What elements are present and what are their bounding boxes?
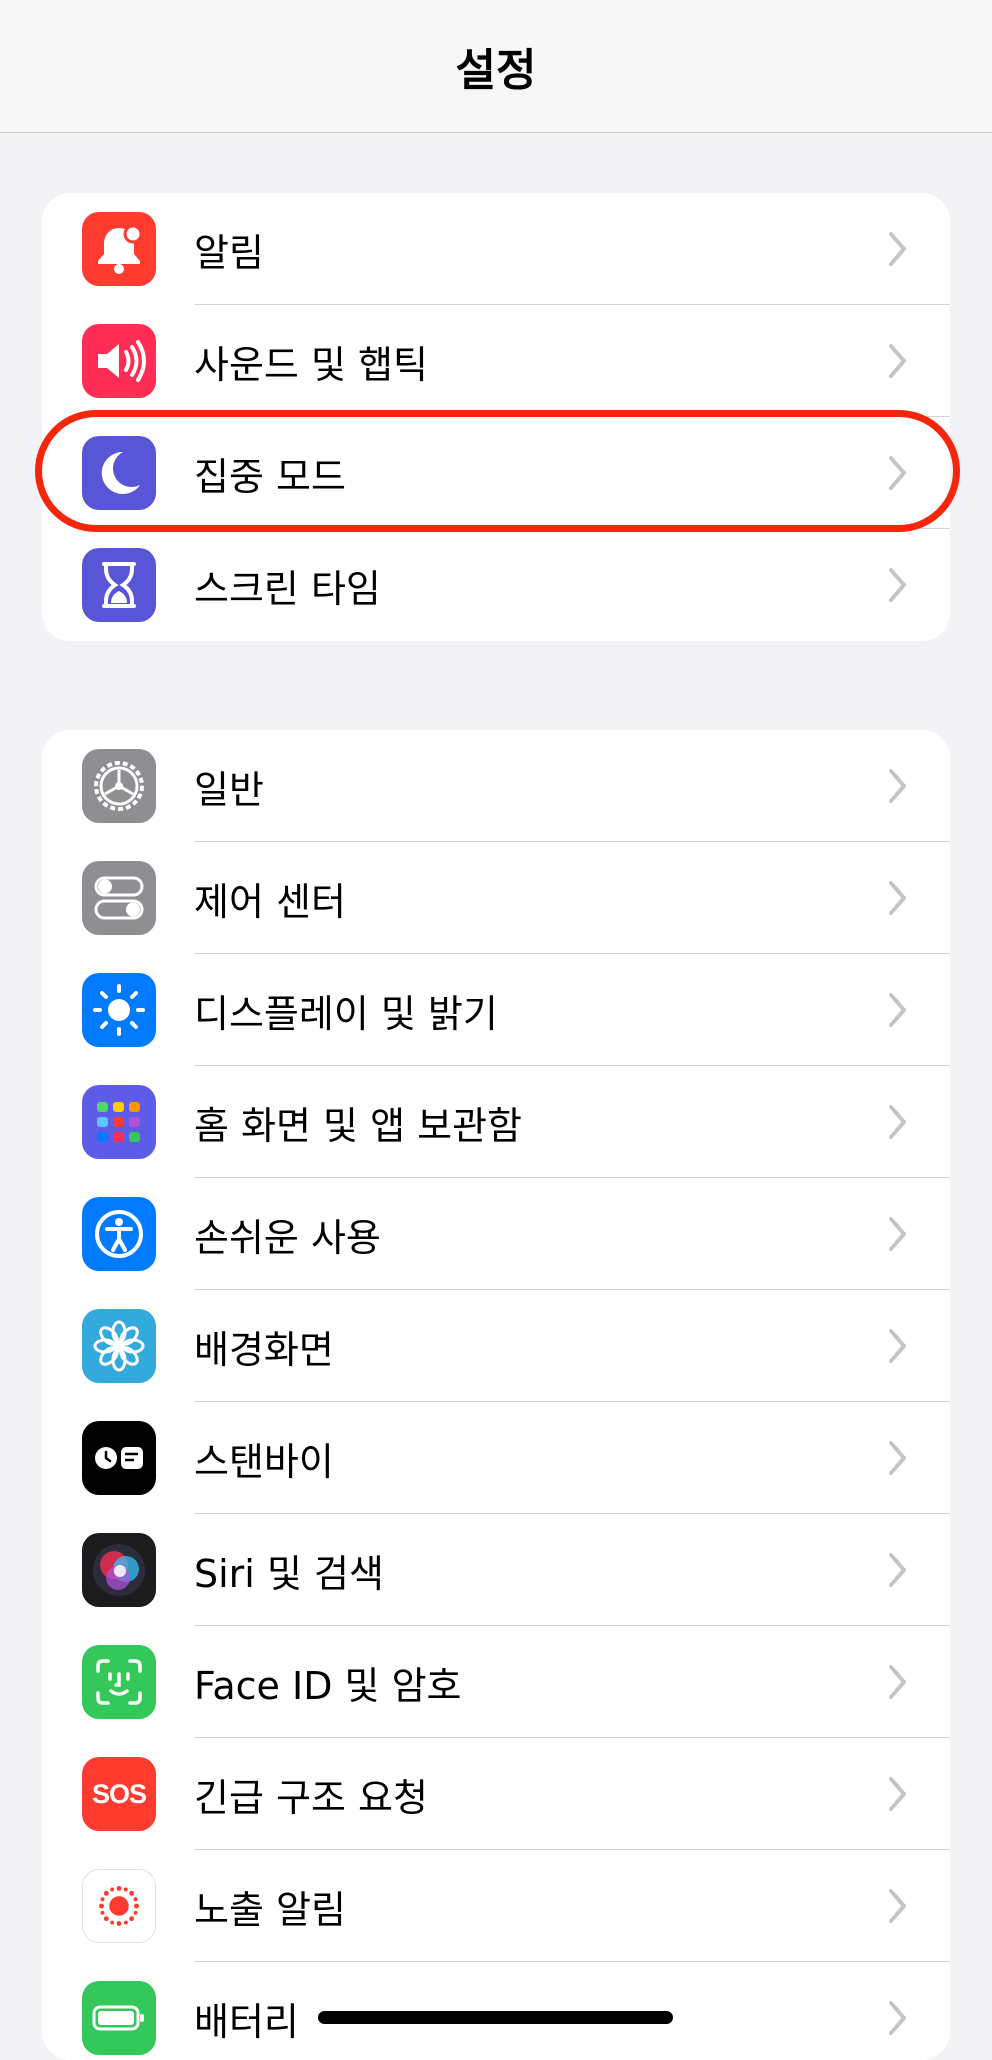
row-label: 디스플레이 및 밝기: [194, 991, 498, 1036]
chevron-right-icon: [889, 568, 906, 602]
settings-row-sounds[interactable]: 사운드 및 햅틱: [42, 305, 950, 417]
chevron-right-icon: [889, 993, 906, 1027]
row-label: 제어 센터: [194, 879, 346, 924]
chevron-right-icon: [889, 1889, 906, 1923]
sun-icon: [82, 973, 156, 1047]
settings-row-notifications[interactable]: 알림: [42, 193, 950, 305]
siri-icon: [82, 1533, 156, 1607]
row-label: 사운드 및 햅틱: [194, 342, 428, 387]
chevron-right-icon: [889, 769, 906, 803]
row-label: 배터리: [194, 1999, 299, 2044]
chevron-right-icon: [889, 1441, 906, 1475]
settings-row-exposure[interactable]: 노출 알림: [42, 1850, 950, 1962]
settings-row-standby[interactable]: 스탠바이: [42, 1402, 950, 1514]
chevron-right-icon: [889, 881, 906, 915]
chevron-right-icon: [889, 1105, 906, 1139]
gear-icon: [82, 749, 156, 823]
settings-row-control-center[interactable]: 제어 센터: [42, 842, 950, 954]
page-title: 설정: [455, 45, 537, 96]
settings-row-face-id[interactable]: Face ID 및 암호: [42, 1626, 950, 1738]
chevron-right-icon: [889, 1217, 906, 1251]
standby-icon: [82, 1421, 156, 1495]
row-label: 집중 모드: [194, 454, 346, 499]
speaker-icon: [82, 324, 156, 398]
chevron-right-icon: [889, 1777, 906, 1811]
home-indicator[interactable]: [318, 2011, 673, 2024]
row-label: 긴급 구조 요청: [194, 1775, 428, 1820]
app-grid-icon: [82, 1085, 156, 1159]
row-label: Siri 및 검색: [194, 1551, 384, 1596]
navigation-bar: 설정: [0, 0, 992, 133]
settings-group-1: 알림 사운드 및 햅틱 집중 모드 스크린 타임: [42, 193, 950, 641]
chevron-right-icon: [889, 2001, 906, 2035]
chevron-right-icon: [889, 1665, 906, 1699]
settings-row-wallpaper[interactable]: 배경화면: [42, 1290, 950, 1402]
battery-icon: [82, 1981, 156, 2055]
sos-text: SOS: [91, 1778, 147, 1809]
row-label: 일반: [194, 767, 264, 812]
chevron-right-icon: [889, 232, 906, 266]
row-label: 노출 알림: [194, 1887, 346, 1932]
settings-row-siri[interactable]: Siri 및 검색: [42, 1514, 950, 1626]
chevron-right-icon: [889, 1329, 906, 1363]
flower-icon: [82, 1309, 156, 1383]
settings-group-2: 일반 제어 센터 디스플레이 및 밝기 홈 화면 및 앱 보관함 손쉬운 사용 …: [42, 730, 950, 2060]
row-label: 스탠바이: [194, 1439, 334, 1484]
face-id-icon: [82, 1645, 156, 1719]
row-label: 알림: [194, 230, 264, 275]
settings-row-focus[interactable]: 집중 모드: [42, 417, 950, 529]
settings-row-accessibility[interactable]: 손쉬운 사용: [42, 1178, 950, 1290]
settings-row-general[interactable]: 일반: [42, 730, 950, 842]
row-label: 홈 화면 및 앱 보관함: [194, 1103, 522, 1148]
row-label: Face ID 및 암호: [194, 1663, 462, 1708]
settings-row-home-screen[interactable]: 홈 화면 및 앱 보관함: [42, 1066, 950, 1178]
hourglass-icon: [82, 548, 156, 622]
chevron-right-icon: [889, 456, 906, 490]
settings-row-display[interactable]: 디스플레이 및 밝기: [42, 954, 950, 1066]
exposure-icon: [82, 1869, 156, 1943]
moon-icon: [82, 436, 156, 510]
row-label: 배경화면: [194, 1327, 334, 1372]
accessibility-icon: [82, 1197, 156, 1271]
chevron-right-icon: [889, 344, 906, 378]
sos-icon: SOS: [82, 1757, 156, 1831]
settings-row-screen-time[interactable]: 스크린 타임: [42, 529, 950, 641]
row-label: 스크린 타임: [194, 566, 381, 611]
toggles-icon: [82, 861, 156, 935]
bell-icon: [82, 212, 156, 286]
settings-row-emergency-sos[interactable]: SOS 긴급 구조 요청: [42, 1738, 950, 1850]
row-label: 손쉬운 사용: [194, 1215, 381, 1260]
chevron-right-icon: [889, 1553, 906, 1587]
